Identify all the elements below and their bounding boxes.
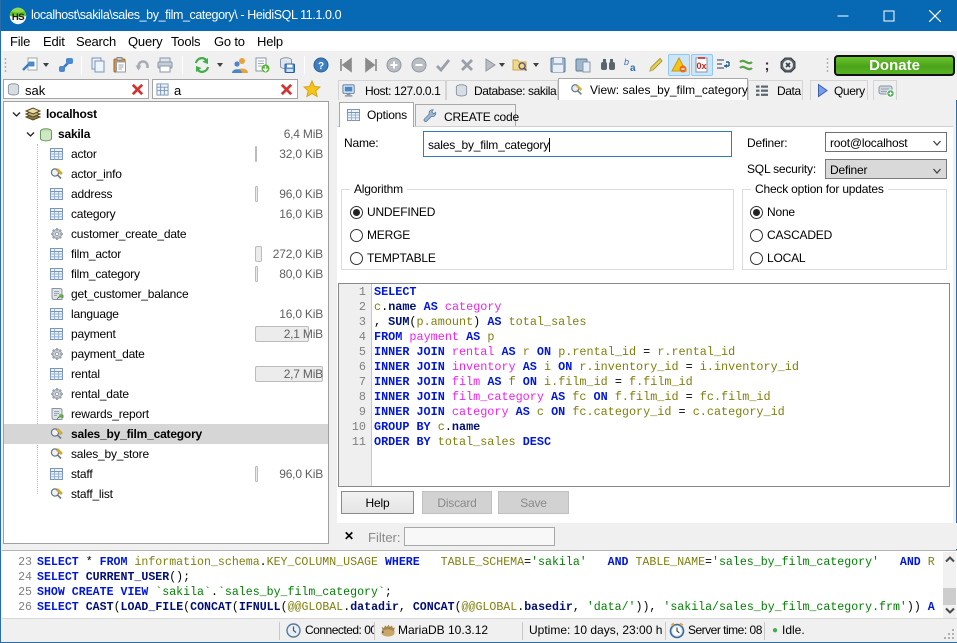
- svg-text:b: b: [624, 57, 629, 67]
- svg-text:?: ?: [318, 61, 324, 72]
- svg-text:a: a: [630, 63, 636, 73]
- svg-text:;: ;: [765, 57, 770, 73]
- svg-text:0x: 0x: [696, 61, 706, 71]
- svg-text:HS: HS: [12, 12, 24, 23]
